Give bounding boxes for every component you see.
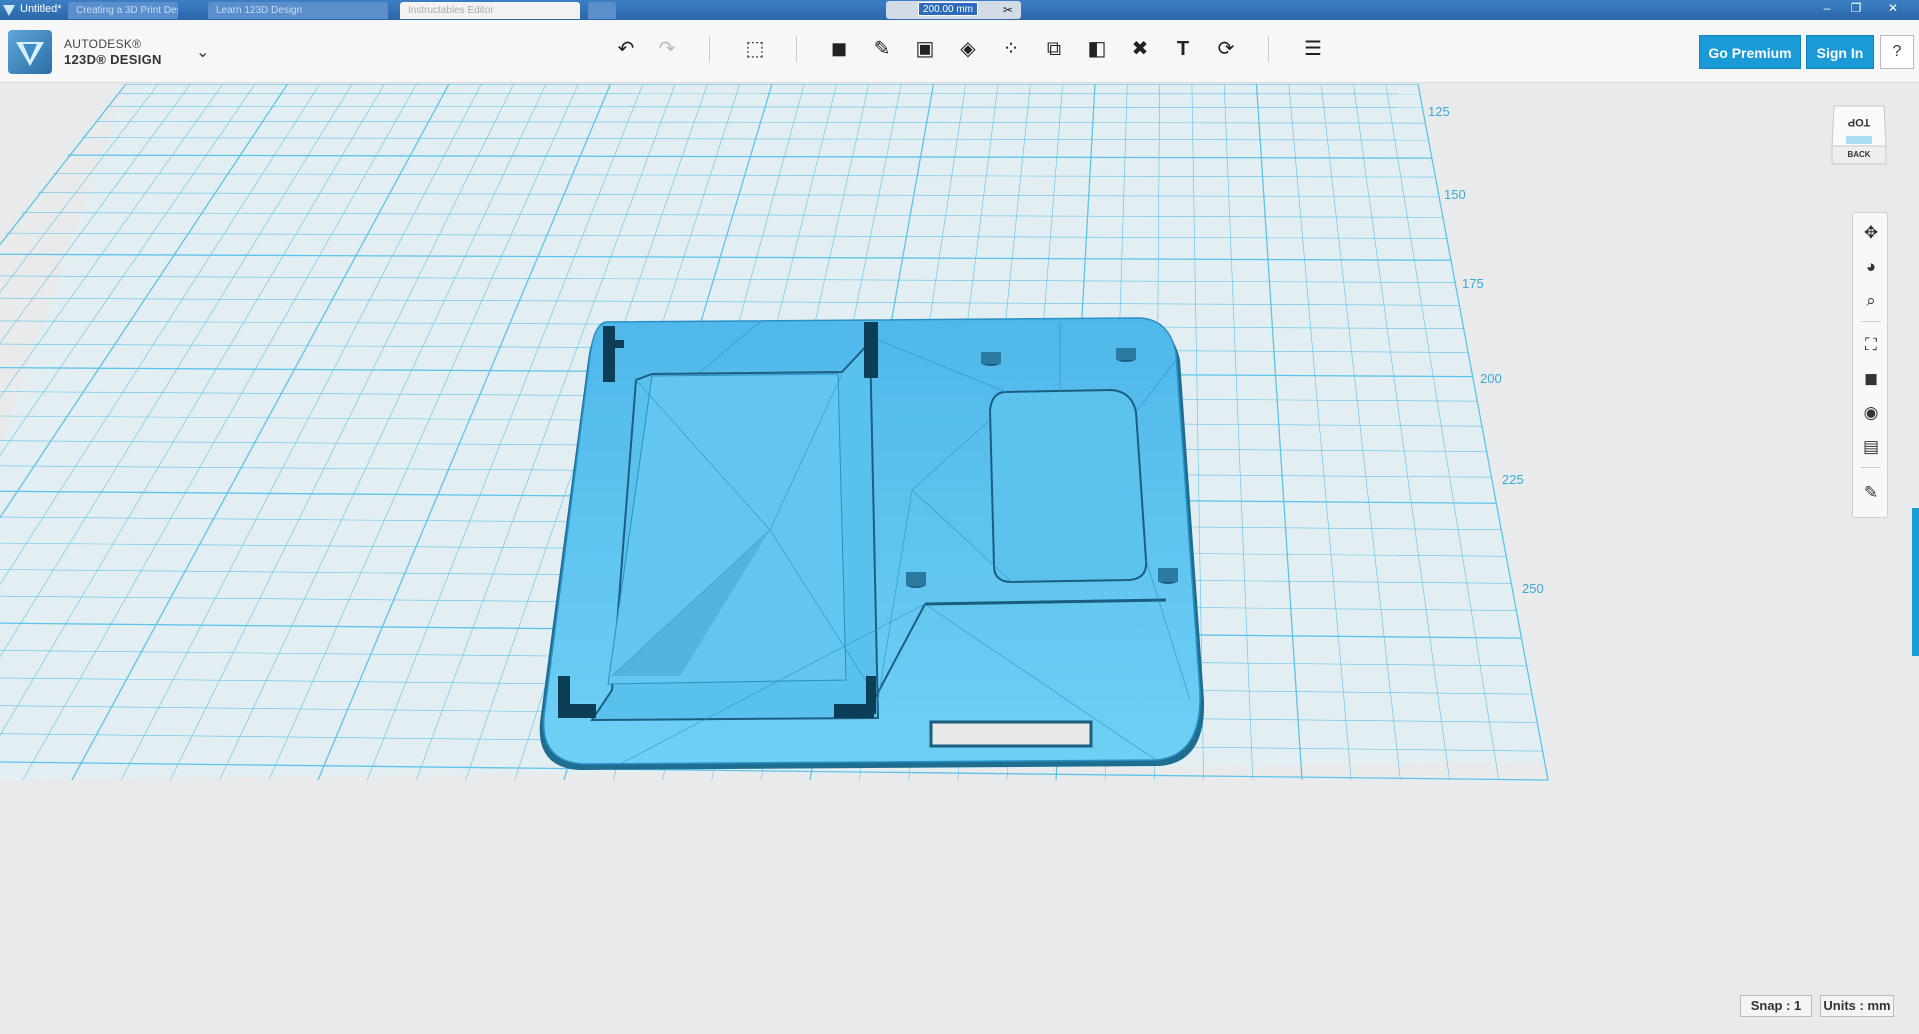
title-bar: Untitled* Creating a 3D Print Design Lea… [0, 0, 1919, 20]
dimension-input[interactable]: 200.00 mm [918, 2, 978, 16]
pan-icon[interactable]: ✥ [1857, 219, 1885, 247]
brand-autodesk: AUTODESK® [64, 37, 142, 51]
window-title: Untitled* [20, 3, 62, 15]
toolbar-separator [709, 36, 710, 62]
nav-separator [1861, 321, 1881, 322]
go-premium-button[interactable]: Go Premium [1699, 35, 1801, 69]
material-button[interactable]: ☰ [1298, 34, 1328, 64]
dimension-tool-icon[interactable]: ✂ [995, 1, 1021, 19]
transform-button[interactable]: ⬚ [740, 34, 770, 64]
grouping-button[interactable]: ⧉ [1039, 34, 1069, 64]
minimize-button[interactable]: – [1814, 0, 1840, 18]
main-toolbar: AUTODESK® 123D® DESIGN ⌄ ↶ ↷ ⬚ ◼ ✎ ▣ ◈ ⁘… [0, 20, 1919, 83]
side-panel-tab[interactable] [1912, 508, 1919, 656]
orbit-icon[interactable]: ◕ [1857, 253, 1885, 281]
measure-button[interactable]: ✖ [1125, 34, 1155, 64]
browser-tab-2[interactable]: Learn 123D Design [208, 2, 388, 19]
toolbar-separator [1268, 36, 1269, 62]
ruler-label: 200 [1480, 371, 1502, 386]
view-cube-toggle-icon[interactable]: ◼ [1857, 365, 1885, 393]
workplane-scene: 125 150 175 200 225 250 [0, 84, 1549, 781]
fit-icon[interactable]: ⛶ [1857, 331, 1885, 359]
toolbar-separator [796, 36, 797, 62]
zoom-icon[interactable]: ⌕ [1857, 287, 1885, 315]
modify-button[interactable]: ◈ [953, 34, 983, 64]
material-view-icon[interactable]: ▤ [1857, 433, 1885, 461]
app-menu-chevron-icon[interactable]: ⌄ [196, 42, 209, 62]
construct-button[interactable]: ▣ [910, 34, 940, 64]
new-tab-button[interactable] [588, 2, 616, 19]
viewcube-top-label: TOP [1847, 116, 1871, 128]
visibility-icon[interactable]: ◉ [1857, 399, 1885, 427]
ruler-label: 250 [1522, 581, 1544, 596]
redo-button[interactable]: ↷ [652, 34, 682, 64]
restore-button[interactable]: ❐ [1843, 0, 1869, 18]
browser-tab-3[interactable]: Instructables Editor [400, 2, 580, 19]
pattern-button[interactable]: ⁘ [996, 34, 1026, 64]
app-menu-logo[interactable] [8, 30, 52, 74]
viewcube-back-label: BACK [1847, 150, 1871, 159]
help-button[interactable]: ? [1880, 35, 1914, 69]
ruler-label: 150 [1444, 187, 1466, 202]
model-plate [539, 317, 1205, 770]
3d-viewport[interactable]: 125 150 175 200 225 250 [0, 84, 1919, 1034]
ruler-label: 225 [1502, 472, 1524, 487]
sketch-button[interactable]: ✎ [867, 34, 897, 64]
ruler-label: 175 [1462, 276, 1484, 291]
model-slot [929, 720, 1093, 748]
browser-tab-1[interactable]: Creating a 3D Print Design [68, 2, 178, 19]
view-cube[interactable]: TOP BACK [1830, 102, 1888, 168]
text-button[interactable]: T [1168, 34, 1198, 64]
snap-button[interactable]: ⟳ [1211, 34, 1241, 64]
app-logo-icon [3, 5, 15, 16]
brand-product: 123D® DESIGN [64, 52, 162, 67]
ruler-label: 125 [1428, 104, 1450, 119]
navigation-bar: ✥ ◕ ⌕ ⛶ ◼ ◉ ▤ ✎ [1852, 212, 1888, 518]
nav-separator [1861, 467, 1881, 468]
snap-status[interactable]: Snap : 1 [1740, 995, 1812, 1017]
combine-button[interactable]: ◧ [1082, 34, 1112, 64]
close-button[interactable]: ✕ [1880, 0, 1906, 18]
snap-settings-icon[interactable]: ✎ [1857, 479, 1885, 507]
units-status[interactable]: Units : mm [1820, 995, 1894, 1017]
sign-in-button[interactable]: Sign In [1806, 35, 1874, 69]
undo-button[interactable]: ↶ [611, 34, 641, 64]
logo-triangle-icon [16, 42, 44, 66]
primitives-button[interactable]: ◼ [824, 34, 854, 64]
